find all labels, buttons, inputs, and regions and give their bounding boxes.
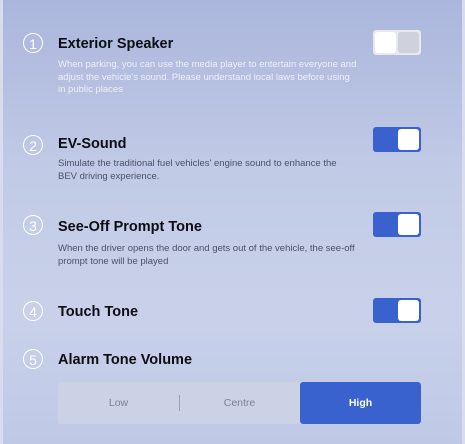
number-badge: 3 bbox=[23, 215, 43, 235]
exterior-speaker-toggle[interactable] bbox=[373, 30, 421, 55]
see-off-prompt-tone-toggle[interactable] bbox=[373, 212, 421, 237]
setting-title: EV-Sound bbox=[58, 136, 127, 152]
ev-sound-toggle[interactable] bbox=[373, 127, 421, 152]
number-badge: 4 bbox=[23, 301, 43, 321]
toggle-knob bbox=[398, 300, 419, 321]
setting-title: Exterior Speaker bbox=[58, 36, 174, 52]
toggle-knob bbox=[375, 32, 396, 53]
volume-option-centre[interactable]: Centre bbox=[179, 382, 300, 424]
settings-panel: 1 Exterior Speaker When parking, you can… bbox=[0, 0, 465, 444]
toggle-knob bbox=[398, 129, 419, 150]
volume-option-low[interactable]: Low bbox=[58, 382, 179, 424]
touch-tone-toggle[interactable] bbox=[373, 298, 421, 323]
alarm-volume-selector: Low Centre High bbox=[58, 382, 421, 424]
number-badge: 2 bbox=[23, 135, 43, 155]
number-badge: 5 bbox=[23, 349, 43, 369]
setting-description: Simulate the traditional fuel vehicles' … bbox=[58, 158, 337, 182]
setting-description: When the driver opens the door and gets … bbox=[58, 243, 355, 267]
setting-title: Alarm Tone Volume bbox=[58, 352, 193, 368]
setting-title: Touch Tone bbox=[58, 304, 139, 320]
number-badge: 1 bbox=[23, 33, 43, 53]
setting-title: See-Off Prompt Tone bbox=[58, 219, 202, 235]
toggle-knob bbox=[398, 214, 419, 235]
volume-option-high[interactable]: High bbox=[300, 382, 421, 424]
setting-description: When parking, you can use the media play… bbox=[58, 59, 357, 95]
